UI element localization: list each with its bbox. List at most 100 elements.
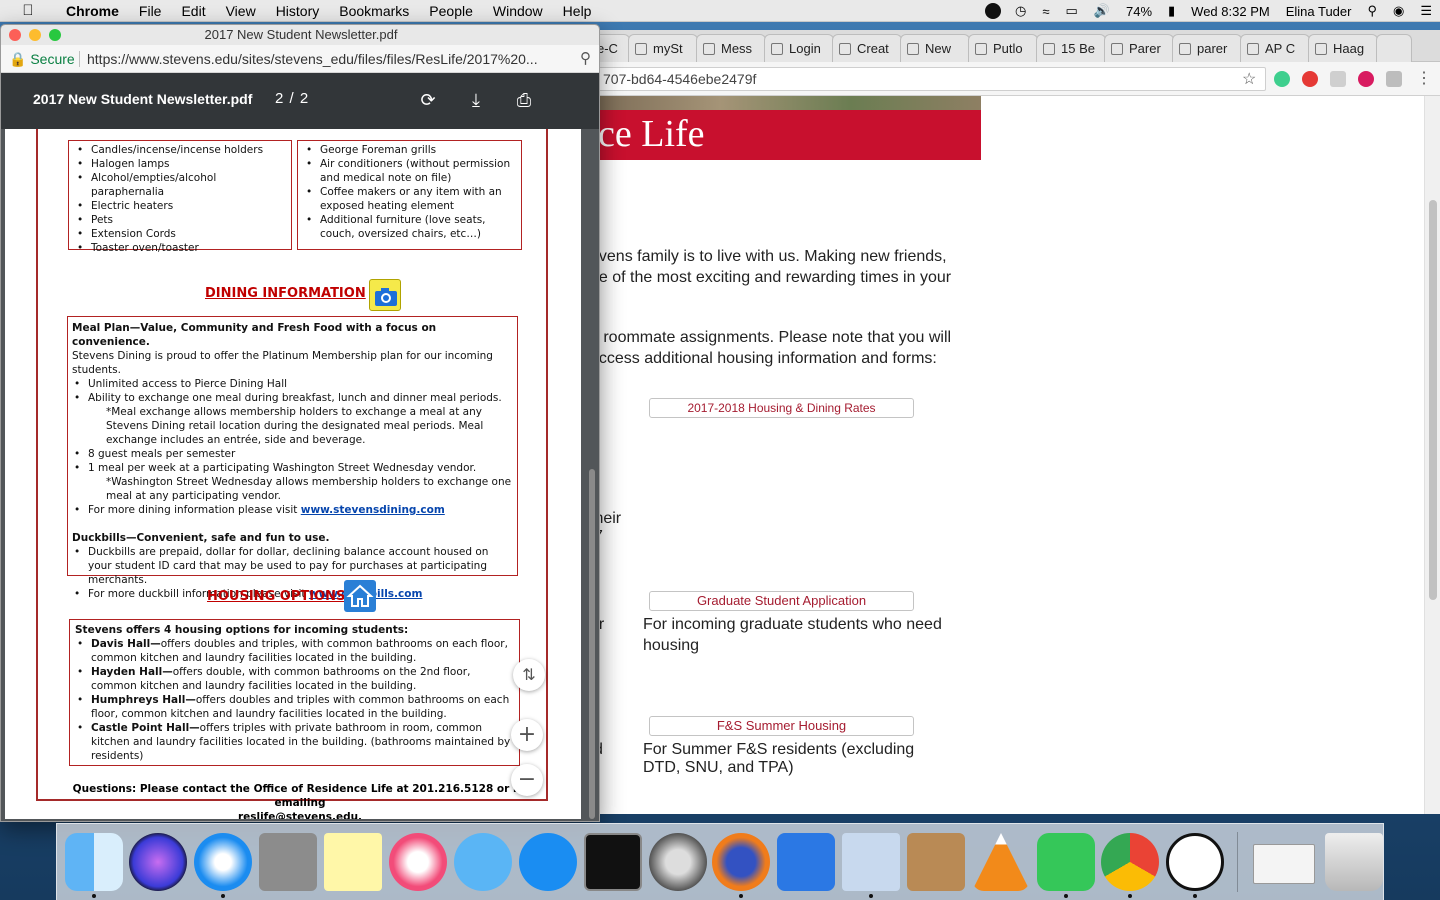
tab[interactable]: parer [1172, 34, 1242, 62]
notes-icon[interactable] [324, 833, 382, 891]
download-icon[interactable]: ⤓ [463, 87, 489, 113]
zoom-in-button[interactable]: + [511, 719, 543, 751]
page-icon [771, 42, 783, 55]
dock [56, 823, 1384, 900]
tab[interactable]: Creat [832, 34, 902, 62]
notification-center-icon[interactable]: ☰ [1412, 3, 1440, 19]
finder-icon[interactable] [65, 833, 123, 891]
menu-edit[interactable]: Edit [171, 3, 215, 19]
self-service-icon[interactable] [1166, 833, 1224, 891]
activity-monitor-icon[interactable] [584, 833, 642, 891]
airplay-icon[interactable]: ▭ [1058, 3, 1086, 19]
battery-percent[interactable]: 74% [1118, 4, 1160, 19]
scrollbar-thumb[interactable] [1429, 200, 1437, 600]
siri-icon[interactable]: ◉ [1385, 3, 1412, 19]
list-item: Air conditioners (without permission and… [302, 157, 517, 185]
contact-email[interactable]: reslife@stevens.edu. [65, 810, 535, 819]
background-browser-window: e-C mySt Mess Login Creat New Putlo 15 B… [590, 30, 1440, 814]
list-item: Electric heaters [73, 199, 287, 213]
calculator-icon[interactable] [259, 833, 317, 891]
tab[interactable]: Haag [1308, 34, 1378, 62]
tab[interactable]: Mess [696, 34, 766, 62]
time-machine-icon[interactable]: ◷ [1007, 3, 1034, 19]
list-item: Candles/incense/incense holders [73, 143, 287, 157]
extension-icon[interactable] [1386, 71, 1402, 87]
close-window-button[interactable] [9, 29, 21, 41]
tab[interactable]: mySt [628, 34, 698, 62]
dining-heading: DINING INFORMATION [205, 286, 366, 301]
menu-app-name[interactable]: Chrome [56, 3, 129, 19]
page-indicator[interactable]: 2 / 2 [275, 90, 309, 107]
chrome-icon[interactable] [1101, 833, 1159, 891]
apple-icon[interactable]:  [0, 2, 56, 19]
address-bar[interactable]: 707-bd64-4546ebe2479f [596, 67, 1266, 91]
menu-help[interactable]: Help [553, 3, 602, 19]
star-icon[interactable]: ☆ [1242, 69, 1256, 89]
word-icon[interactable] [777, 833, 835, 891]
contacts-icon[interactable] [907, 833, 965, 891]
scrollbar-thumb[interactable] [589, 469, 595, 819]
list-item: Toaster oven/toaster [73, 241, 287, 255]
new-tab-button[interactable] [1376, 34, 1412, 62]
secure-badge[interactable]: 🔒 Secure [9, 45, 75, 72]
summer-housing-link[interactable]: F&S Summer Housing [649, 716, 914, 736]
trash-icon[interactable] [1325, 833, 1383, 891]
pdf-address-bar[interactable]: 🔒 Secure https://www.stevens.edu/sites/s… [1, 45, 599, 73]
safari-icon[interactable] [194, 833, 252, 891]
system-preferences-icon[interactable] [649, 833, 707, 891]
graduate-application-link[interactable]: Graduate Student Application [649, 591, 914, 611]
tab[interactable]: Putlo [968, 34, 1038, 62]
itunes-icon[interactable] [389, 833, 447, 891]
menu-file[interactable]: File [129, 3, 172, 19]
minimize-window-button[interactable] [29, 29, 41, 41]
siri-icon[interactable] [129, 833, 187, 891]
pdf-url[interactable]: https://www.stevens.edu/sites/stevens_ed… [87, 45, 567, 72]
housing-options-box: Stevens offers 4 housing options for inc… [69, 619, 520, 766]
meal-note: *Washington Street Wednesday allows memb… [106, 476, 512, 502]
hall-name: Hayden Hall— [91, 666, 173, 678]
banner-title: ce Life [598, 113, 705, 155]
tab[interactable]: 15 Be [1036, 34, 1106, 62]
tab[interactable]: Login [764, 34, 834, 62]
status-dot-icon[interactable] [985, 3, 1002, 19]
wifi-icon[interactable]: ≈ [1034, 4, 1057, 19]
housing-rates-link[interactable]: 2017-2018 Housing & Dining Rates [649, 398, 914, 418]
running-indicator [1128, 894, 1132, 898]
menu-people[interactable]: People [419, 3, 483, 19]
battery-icon[interactable]: ▮ [1160, 3, 1183, 19]
menu-dots-icon[interactable]: ⋮ [1416, 68, 1432, 88]
page-icon [839, 42, 851, 55]
facetime-icon[interactable] [1037, 833, 1095, 891]
zoom-out-button[interactable]: − [511, 764, 543, 796]
pdf-scrollbar[interactable] [587, 129, 597, 821]
print-icon[interactable]: ⎙ [511, 87, 537, 113]
app-store-icon[interactable] [519, 833, 577, 891]
rotate-icon[interactable]: ⟳ [415, 87, 441, 113]
menu-bookmarks[interactable]: Bookmarks [329, 3, 419, 19]
extension-icon[interactable] [1302, 71, 1318, 87]
stevens-dining-link[interactable]: www.stevensdining.com [301, 504, 445, 516]
extension-icon[interactable] [1274, 71, 1290, 87]
menu-view[interactable]: View [216, 3, 266, 19]
tab[interactable]: New [900, 34, 970, 62]
minimized-window-thumbnail[interactable] [1253, 844, 1315, 884]
extension-icon[interactable] [1330, 71, 1346, 87]
tab[interactable]: AP C [1240, 34, 1310, 62]
user-name[interactable]: Elina Tuder [1278, 4, 1360, 19]
pinterest-icon[interactable] [1358, 71, 1374, 87]
clock[interactable]: Wed 8:32 PM [1183, 4, 1278, 19]
spotlight-icon[interactable]: ⚲ [1359, 3, 1385, 19]
preview-icon[interactable] [842, 833, 900, 891]
firefox-icon[interactable] [712, 833, 770, 891]
vlc-icon[interactable] [972, 833, 1030, 891]
volume-icon[interactable]: 🔊 [1086, 3, 1118, 19]
zoom-magnifier-icon[interactable]: ⚲ [580, 45, 591, 72]
messages-icon[interactable] [454, 833, 512, 891]
zoom-window-button[interactable] [49, 29, 61, 41]
window-titlebar[interactable]: 2017 New Student Newsletter.pdf [1, 25, 599, 45]
tab[interactable]: Parer [1104, 34, 1174, 62]
page-scrollbar[interactable] [1424, 96, 1440, 814]
menu-history[interactable]: History [266, 3, 330, 19]
fit-to-page-button[interactable]: ⇅ [513, 659, 545, 691]
menu-window[interactable]: Window [483, 3, 553, 19]
